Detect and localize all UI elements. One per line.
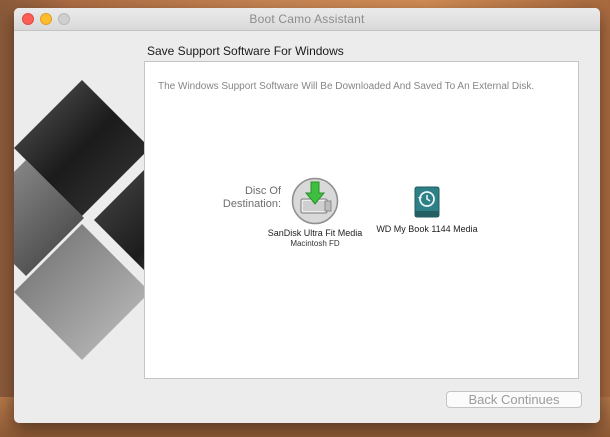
continue-button[interactable]: Back Continues (446, 391, 582, 408)
disk-option-sandisk[interactable]: SanDisk Ultra Fit Media Macintosh FD (263, 177, 367, 249)
page-heading: Save Support Software For Windows (147, 44, 344, 58)
window-title: Boot Camo Assistant (249, 12, 365, 26)
content-panel: The Windows Support Software Will Be Dow… (144, 61, 579, 379)
time-machine-drive-icon (414, 186, 440, 218)
boot-camp-window: Boot Camo Assistant Save Support Softwar… (14, 8, 600, 423)
title-bar[interactable]: Boot Camo Assistant (14, 8, 600, 31)
disk-name: SanDisk Ultra Fit Media (267, 228, 363, 238)
disk-format: Macintosh FD (290, 239, 340, 248)
disk-option-wd[interactable]: WD My Book 1144 Media (373, 185, 481, 235)
description-text: The Windows Support Software Will Be Dow… (158, 81, 535, 92)
usb-drive-download-icon (291, 177, 339, 225)
disk-name: WD My Book 1144 Media (376, 224, 478, 234)
